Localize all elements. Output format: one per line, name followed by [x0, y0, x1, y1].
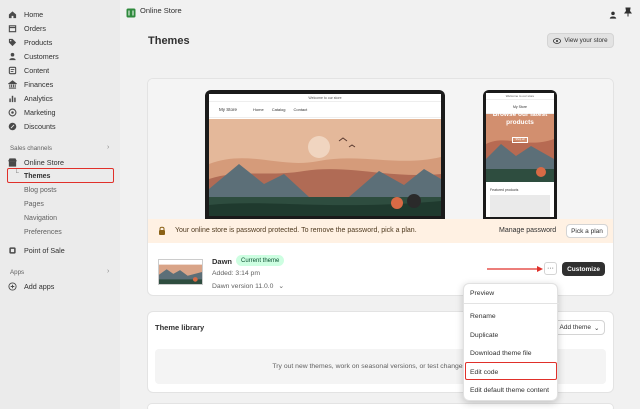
desktop-preview[interactable]: Welcome to our store My Store Home Catal…	[205, 90, 445, 220]
bank-icon	[8, 80, 17, 89]
preview-store-nav: My Store Home Catalog Contact	[209, 102, 441, 118]
theme-thumbnail[interactable]	[158, 259, 203, 285]
tag-icon	[8, 38, 17, 47]
view-your-store-button[interactable]: View your store	[547, 33, 614, 48]
view-store-label: View your store	[564, 37, 608, 44]
current-theme-card: Welcome to our store My Store Home Catal…	[147, 78, 614, 296]
sidebar-item-customers[interactable]: Customers	[8, 50, 59, 63]
sidebar-item-home[interactable]: Home	[8, 8, 43, 21]
plus-circle-icon	[8, 282, 17, 291]
theme-library-title: Theme library	[155, 323, 205, 332]
sidebar-item-label: Customers	[24, 52, 59, 61]
theme-name: Dawn	[212, 257, 233, 266]
theme-version-label: Dawn version 11.0.0	[212, 283, 274, 290]
sidebar-item-label: Content	[24, 66, 50, 75]
chevron-right-icon[interactable]: ›	[107, 144, 109, 151]
content-icon	[8, 66, 17, 75]
chevron-down-icon: ⌄	[278, 283, 285, 290]
lock-icon	[159, 226, 165, 235]
phone-shop-button: Shop all	[512, 137, 528, 143]
sidebar-item-add-apps[interactable]: Add apps	[8, 280, 54, 293]
eye-icon	[553, 37, 562, 44]
person-icon	[8, 52, 17, 61]
sidebar-item-marketing[interactable]: Marketing	[8, 106, 56, 119]
chart-icon	[8, 94, 17, 103]
sales-channels-heading: Sales channels	[10, 145, 52, 152]
phone-announcement: Welcome to our store	[486, 93, 554, 100]
themes-highlight-box	[7, 168, 114, 183]
sidebar-item-label: Products	[24, 38, 53, 47]
discount-icon	[8, 122, 17, 131]
menu-item-duplicate[interactable]: Duplicate	[470, 332, 498, 339]
pos-icon	[8, 246, 17, 255]
more-actions-button[interactable]: ···	[544, 262, 557, 275]
online-store-icon	[126, 5, 136, 18]
phone-product-card	[490, 195, 550, 217]
theme-actions-menu: Preview Rename Duplicate Download theme …	[463, 283, 559, 401]
page-title: Themes	[148, 35, 190, 47]
sidebar-item-content[interactable]: Content	[8, 64, 49, 77]
banner-message: Your online store is password protected.…	[175, 227, 417, 234]
menu-item-edit-default-theme-content[interactable]: Edit default theme content	[470, 387, 549, 394]
preview-nav-link: Catalog	[271, 107, 286, 112]
menu-item-rename[interactable]: Rename	[470, 313, 496, 320]
sidebar-item-finances[interactable]: Finances	[8, 78, 53, 91]
customize-button[interactable]: Customize	[562, 262, 605, 276]
add-theme-button[interactable]: Add theme ⌄	[554, 320, 605, 335]
phone-featured-label: Featured products	[490, 188, 519, 192]
store-icon	[8, 158, 17, 167]
pin-icon[interactable]	[624, 4, 632, 17]
sidebar-item-label: Home	[24, 10, 44, 19]
topbar-title: Online Store	[140, 6, 182, 15]
user-icon[interactable]	[609, 6, 617, 19]
sidebar-item-label: Discounts	[24, 122, 56, 131]
add-theme-label: Add theme	[559, 324, 591, 331]
sidebar: Home Orders Products Customers Content F…	[0, 0, 120, 409]
password-banner: Your online store is password protected.…	[148, 219, 613, 243]
sidebar-item-blog-posts[interactable]: Blog posts	[24, 184, 57, 196]
preview-nav-link: Home	[253, 107, 264, 112]
preview-announcement: Welcome to our store	[209, 94, 441, 102]
sidebar-item-orders[interactable]: Orders	[8, 22, 46, 35]
manage-password-link[interactable]: Manage password	[499, 227, 556, 234]
menu-item-download-theme-file[interactable]: Download theme file	[470, 350, 532, 357]
sidebar-item-navigation[interactable]: Navigation	[24, 212, 57, 224]
sidebar-item-label: Marketing	[24, 108, 56, 117]
chevron-right-icon[interactable]: ›	[107, 268, 109, 275]
sidebar-item-label: Orders	[24, 24, 46, 33]
hero-illustration	[209, 119, 441, 216]
phone-hero-text: Browse our latest products	[492, 111, 548, 126]
orders-icon	[8, 24, 17, 33]
theme-preview-area: Welcome to our store My Store Home Catal…	[148, 79, 613, 220]
edit-code-highlight-box	[465, 362, 557, 380]
sidebar-item-point-of-sale[interactable]: Point of Sale	[8, 244, 65, 257]
mobile-preview[interactable]: Welcome to our store My Store Browse our…	[483, 90, 557, 220]
sidebar-item-analytics[interactable]: Analytics	[8, 92, 53, 105]
apps-heading: Apps	[10, 269, 25, 276]
sidebar-item-label: Analytics	[24, 94, 53, 103]
home-icon	[8, 10, 17, 19]
theme-added-time: Added: 3:14 pm	[212, 270, 260, 277]
menu-divider	[464, 303, 559, 304]
sidebar-item-label: Point of Sale	[24, 246, 65, 255]
preview-nav-link: Contact	[293, 107, 308, 112]
theme-version[interactable]: Dawn version 11.0.0 ⌄	[212, 282, 284, 290]
sidebar-item-label: Add apps	[24, 282, 55, 291]
chevron-down-icon: ⌄	[593, 324, 600, 332]
target-icon	[8, 108, 17, 117]
menu-item-preview[interactable]: Preview	[470, 290, 494, 297]
sidebar-item-discounts[interactable]: Discounts	[8, 120, 56, 133]
sidebar-item-label: Online Store	[24, 158, 64, 167]
pick-a-plan-button[interactable]: Pick a plan	[566, 224, 608, 238]
bottom-card	[147, 403, 614, 409]
current-theme-badge: Current theme	[236, 255, 285, 266]
annotation-arrow	[487, 266, 543, 272]
preview-store-name: My Store	[219, 107, 238, 112]
sidebar-item-products[interactable]: Products	[8, 36, 52, 49]
sidebar-item-label: Finances	[24, 80, 54, 89]
sidebar-item-pages[interactable]: Pages	[24, 198, 44, 210]
sidebar-item-preferences[interactable]: Preferences	[24, 226, 62, 238]
